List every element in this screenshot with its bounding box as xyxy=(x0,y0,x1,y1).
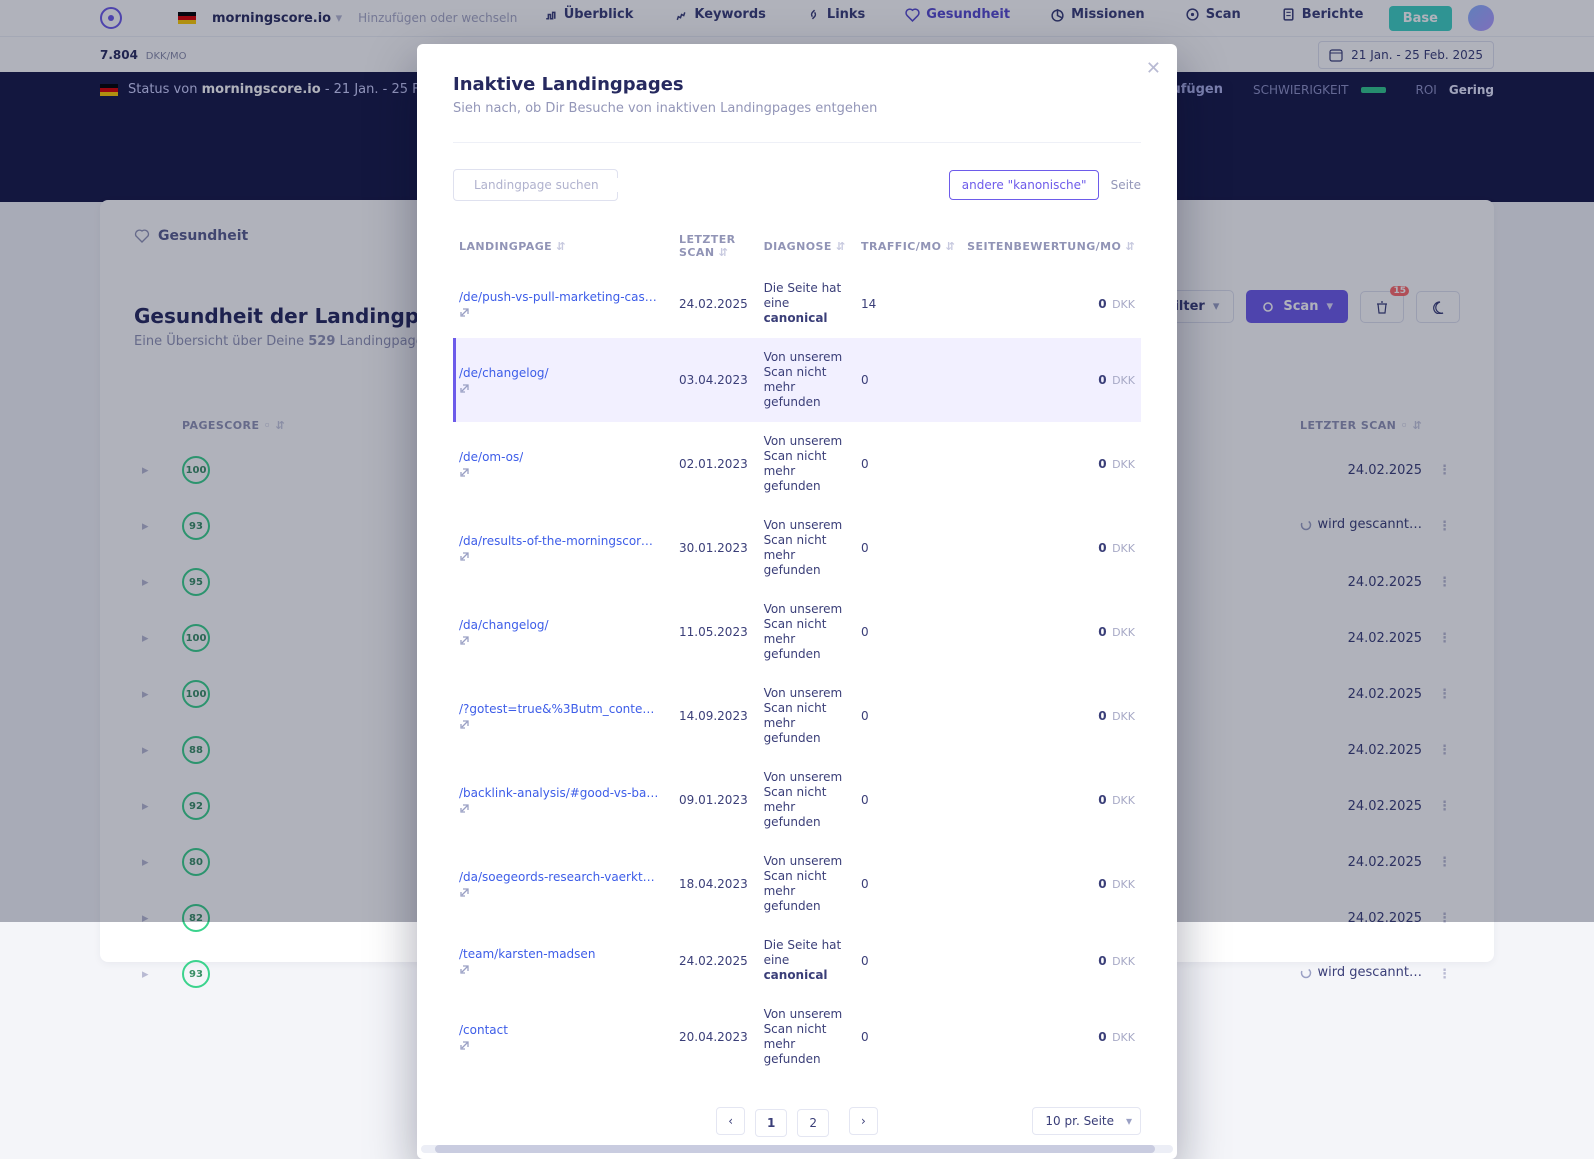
external-link-icon[interactable] xyxy=(459,635,667,646)
lp-search-input[interactable] xyxy=(474,178,624,192)
external-link-icon[interactable] xyxy=(459,1040,667,1051)
external-link-icon[interactable] xyxy=(459,964,667,975)
scan-date: 20.04.2023 xyxy=(673,995,758,1079)
diagnosis-cell: Von unserem Scan nicht mehr gefunden xyxy=(764,1007,849,1067)
external-link-icon[interactable] xyxy=(459,803,667,814)
pager-next[interactable]: › xyxy=(849,1107,878,1135)
traffic-cell: 0 xyxy=(855,674,961,758)
lp-row[interactable]: /team/karsten-madsen 24.02.2025Die Seite … xyxy=(453,926,1141,995)
scan-date: 30.01.2023 xyxy=(673,506,758,590)
scan-date: 14.09.2023 xyxy=(673,674,758,758)
close-button[interactable]: ✕ xyxy=(1146,58,1161,79)
modal-pager: ‹ 12 › 10 pr. Seite xyxy=(453,1107,1141,1135)
lp-link[interactable]: /da/soegeords-research-vaerktoej xyxy=(459,870,659,884)
rating-cell: 0 DKK xyxy=(961,506,1141,590)
external-link-icon[interactable] xyxy=(459,887,667,898)
traffic-cell: 0 xyxy=(855,926,961,995)
scan-date: 02.01.2023 xyxy=(673,422,758,506)
diagnosis-cell: Von unserem Scan nicht mehr gefunden xyxy=(764,434,849,494)
lp-row[interactable]: /backlink-analysis/#good-vs-bad-backli… 0… xyxy=(453,758,1141,842)
modal-subtitle: Sieh nach, ob Dir Besuche von inaktiven … xyxy=(453,101,1141,116)
scan-date: 03.04.2023 xyxy=(673,338,758,422)
expand-row-icon[interactable]: ▸ xyxy=(142,967,149,982)
rating-cell: 0 DKK xyxy=(961,995,1141,1079)
lp-link[interactable]: /team/karsten-madsen xyxy=(459,947,595,961)
rating-cell: 0 DKK xyxy=(961,269,1141,338)
scan-date: 18.04.2023 xyxy=(673,842,758,926)
rating-cell: 0 DKK xyxy=(961,338,1141,422)
lp-row[interactable]: /da/results-of-the-morningscore-beta-s… 3… xyxy=(453,506,1141,590)
rating-cell: 0 DKK xyxy=(961,758,1141,842)
lp-row[interactable]: /de/push-vs-pull-marketing-case-study/24… xyxy=(453,269,1141,338)
rating-cell: 0 DKK xyxy=(961,422,1141,506)
diagnosis-cell: Die Seite hat eine canonical xyxy=(764,938,849,983)
mcol-3[interactable]: TRAFFIC/MO⇵ xyxy=(855,223,961,269)
pager-page-1[interactable]: 1 xyxy=(755,1109,787,1137)
canonical-filter-button[interactable]: andere "kanonische" xyxy=(949,170,1100,200)
traffic-cell: 0 xyxy=(855,842,961,926)
lp-row[interactable]: /de/changelog/03.04.2023Von unserem Scan… xyxy=(453,338,1141,422)
external-link-icon[interactable] xyxy=(459,719,667,730)
pagescore-badge: 93 xyxy=(182,960,210,988)
external-link-icon[interactable] xyxy=(459,307,667,318)
scan-date: 09.01.2023 xyxy=(673,758,758,842)
external-link-icon[interactable] xyxy=(459,383,667,394)
lp-link[interactable]: /da/changelog/ xyxy=(459,618,549,632)
traffic-cell: 14 xyxy=(855,269,961,338)
diagnosis-cell: Die Seite hat eine canonical xyxy=(764,281,849,326)
mcol-1[interactable]: LETZTER SCAN⇵ xyxy=(673,223,758,269)
lp-link[interactable]: /?gotest=true&%3Butm_content=9… xyxy=(459,702,659,716)
external-link-icon[interactable] xyxy=(459,467,667,478)
pager-page-2[interactable]: 2 xyxy=(797,1109,829,1137)
lp-link[interactable]: /de/changelog/ xyxy=(459,366,549,380)
scan-date: 24.02.2025 xyxy=(673,269,758,338)
per-page-select[interactable]: 10 pr. Seite xyxy=(1032,1107,1141,1135)
lp-row[interactable]: /?gotest=true&%3Butm_content=9… 14.09.202… xyxy=(453,674,1141,758)
mcol-2[interactable]: DIAGNOSE⇵ xyxy=(758,223,855,269)
row-menu-icon[interactable]: ⋮ xyxy=(1438,967,1449,982)
traffic-cell: 0 xyxy=(855,995,961,1079)
lp-link[interactable]: /da/results-of-the-morningscore-beta-s… xyxy=(459,534,659,548)
traffic-cell: 0 xyxy=(855,422,961,506)
lp-row[interactable]: /da/changelog/11.05.2023Von unserem Scan… xyxy=(453,590,1141,674)
lp-link[interactable]: /de/om-os/ xyxy=(459,450,523,464)
diagnosis-cell: Von unserem Scan nicht mehr gefunden xyxy=(764,518,849,578)
diagnosis-cell: Von unserem Scan nicht mehr gefunden xyxy=(764,770,849,830)
rating-cell: 0 DKK xyxy=(961,926,1141,995)
scan-date: 11.05.2023 xyxy=(673,590,758,674)
pager-prev[interactable]: ‹ xyxy=(716,1107,745,1135)
inactive-lp-table: LANDINGPAGE⇵LETZTER SCAN⇵DIAGNOSE⇵TRAFFI… xyxy=(453,223,1141,1079)
modal-title: Inaktive Landingpages xyxy=(453,74,1141,95)
rating-cell: 0 DKK xyxy=(961,590,1141,674)
lp-link[interactable]: /contact xyxy=(459,1023,508,1037)
inactive-lp-modal: ✕ Inaktive Landingpages Sieh nach, ob Di… xyxy=(417,44,1177,1159)
traffic-cell: 0 xyxy=(855,758,961,842)
rating-cell: 0 DKK xyxy=(961,842,1141,926)
rating-cell: 0 DKK xyxy=(961,674,1141,758)
scan-date: 24.02.2025 xyxy=(673,926,758,995)
diagnosis-cell: Von unserem Scan nicht mehr gefunden xyxy=(764,854,849,914)
traffic-cell: 0 xyxy=(855,338,961,422)
diagnosis-cell: Von unserem Scan nicht mehr gefunden xyxy=(764,602,849,662)
lp-link[interactable]: /backlink-analysis/#good-vs-bad-backli… xyxy=(459,786,659,800)
diagnosis-cell: Von unserem Scan nicht mehr gefunden xyxy=(764,686,849,746)
lp-row[interactable]: /contact 20.04.2023Von unserem Scan nicht… xyxy=(453,995,1141,1079)
lp-link[interactable]: /de/push-vs-pull-marketing-case-study/ xyxy=(459,290,659,304)
lp-row[interactable]: /de/om-os/02.01.2023Von unserem Scan nic… xyxy=(453,422,1141,506)
external-link-icon[interactable] xyxy=(459,551,667,562)
traffic-cell: 0 xyxy=(855,506,961,590)
canonical-filter-suffix: Seite xyxy=(1111,178,1141,192)
mcol-0[interactable]: LANDINGPAGE⇵ xyxy=(453,223,673,269)
traffic-cell: 0 xyxy=(855,590,961,674)
modal-h-scrollbar[interactable] xyxy=(421,1145,1173,1153)
spinner-icon xyxy=(1300,967,1312,979)
diagnosis-cell: Von unserem Scan nicht mehr gefunden xyxy=(764,350,849,410)
mcol-4[interactable]: SEITENBEWERTUNG/MO⇵ xyxy=(961,223,1141,269)
lp-row[interactable]: /da/soegeords-research-vaerktoej 18.04.20… xyxy=(453,842,1141,926)
lp-search[interactable] xyxy=(453,169,618,201)
